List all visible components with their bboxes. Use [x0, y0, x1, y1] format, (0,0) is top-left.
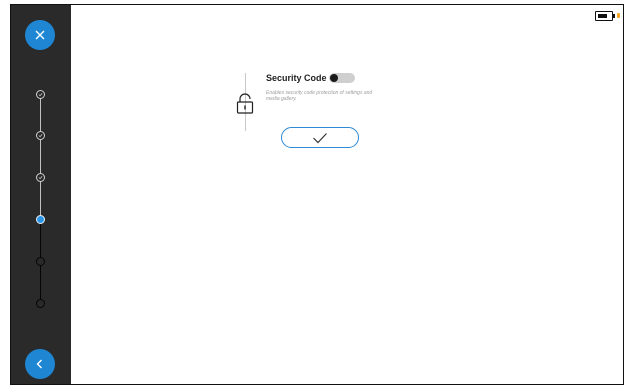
charging-indicator: [617, 13, 620, 18]
check-icon: [38, 134, 43, 138]
app-frame: Security Code Enables security code prot…: [10, 4, 624, 385]
security-code-toggle[interactable]: [329, 73, 355, 83]
check-icon: [38, 176, 43, 180]
step-2-complete[interactable]: [36, 131, 45, 140]
step-4-current[interactable]: [36, 215, 45, 224]
close-icon: [35, 30, 45, 40]
check-icon: [313, 132, 327, 143]
battery-tip: [613, 14, 615, 18]
lock-icon: [236, 93, 254, 114]
battery-indicator: [595, 11, 620, 21]
step-1-complete[interactable]: [36, 90, 45, 99]
setting-title: Security Code: [266, 73, 327, 83]
sidebar: [11, 5, 71, 384]
battery-icon: [595, 11, 613, 21]
chevron-left-icon: [36, 359, 42, 369]
check-icon: [38, 93, 43, 97]
stepper-line-completed: [40, 94, 41, 220]
step-5-pending: [36, 257, 45, 266]
step-6-pending: [36, 299, 45, 308]
setting-description: Enables security code protection of sett…: [266, 90, 373, 102]
step-3-complete[interactable]: [36, 173, 45, 182]
close-button[interactable]: [25, 20, 55, 50]
toggle-knob: [330, 74, 338, 82]
confirm-button[interactable]: [281, 127, 359, 148]
back-button[interactable]: [25, 349, 55, 379]
battery-level: [598, 14, 607, 18]
